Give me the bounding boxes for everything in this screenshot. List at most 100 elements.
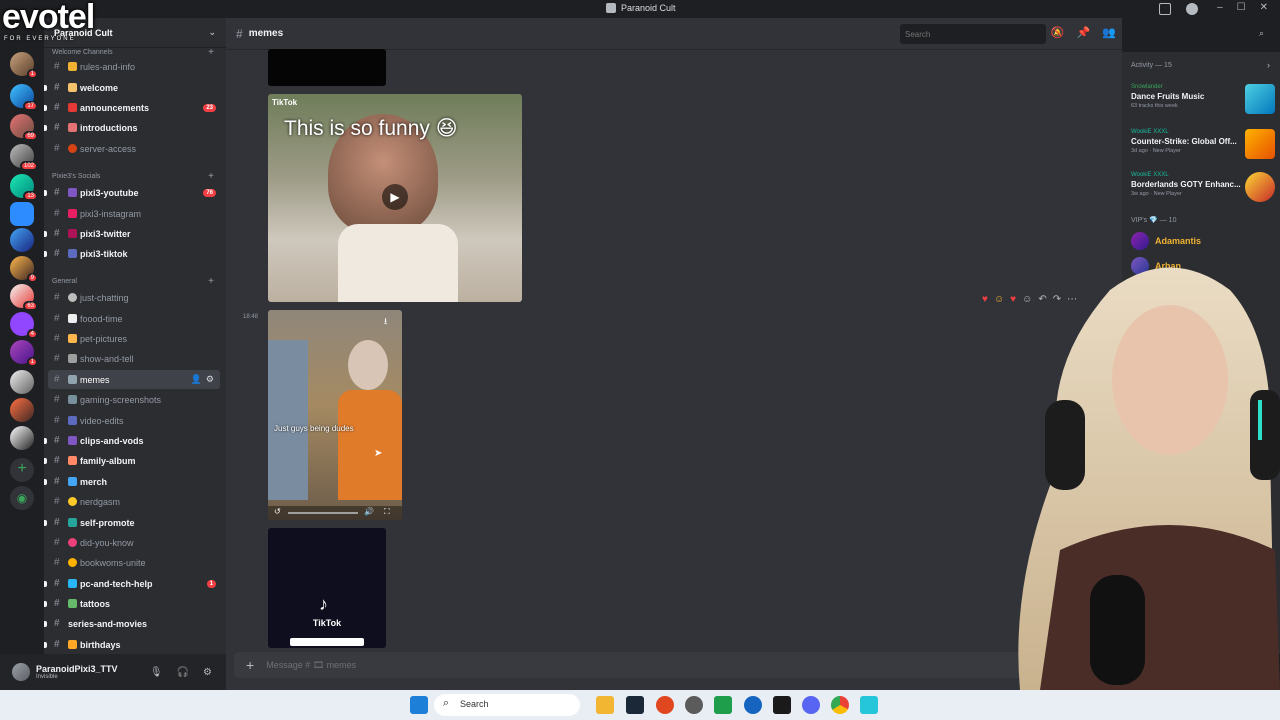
channel-pc-and-tech-help[interactable]: # pc-and-tech-help 1 xyxy=(44,574,220,593)
inbox-icon[interactable] xyxy=(1159,3,1171,15)
channel-pixi3-twitter[interactable]: # pixi3-twitter xyxy=(44,224,220,243)
gear-icon[interactable]: ⚙ xyxy=(203,667,212,678)
invite-icon[interactable]: 👤 xyxy=(191,374,202,385)
maximize-icon[interactable]: ☐ xyxy=(1237,2,1246,13)
category-general[interactable]: General + xyxy=(44,274,226,288)
fullscreen-icon[interactable]: ⛶ xyxy=(384,507,390,517)
channel-family-album[interactable]: # family-album xyxy=(44,451,220,470)
stream-brand-logo: evotel xyxy=(2,0,95,36)
channel-pet-pictures[interactable]: # pet-pictures xyxy=(48,329,220,348)
windows-start-icon[interactable] xyxy=(410,696,428,714)
heart-icon[interactable]: ♥ xyxy=(982,294,988,305)
channel-series-and-movies[interactable]: # series-and-movies xyxy=(44,614,220,633)
twitch-server-icon[interactable]: 4 xyxy=(10,312,38,339)
channel-merch[interactable]: # merch xyxy=(44,472,220,491)
headphones-icon[interactable]: 🎧 xyxy=(177,667,189,678)
channel-tattoos[interactable]: # tattoos xyxy=(44,594,220,613)
channel-self-promote[interactable]: # self-promote xyxy=(44,513,220,532)
server-icon-1[interactable]: 1 xyxy=(10,52,38,79)
app-icon-red[interactable] xyxy=(656,696,674,714)
avatar[interactable] xyxy=(12,663,30,681)
channel-announcements[interactable]: # announcements 23 xyxy=(44,98,220,117)
channel-pixi3-youtube[interactable]: # pixi3-youtube 76 xyxy=(44,183,220,202)
add-server-icon[interactable]: + xyxy=(10,458,34,482)
seek-bar[interactable] xyxy=(288,512,358,514)
activity-item[interactable]: WookiE XXXL Borderlands GOTY Enhanc... 3… xyxy=(1131,172,1275,212)
channel-foood-time[interactable]: # foood-time xyxy=(48,309,220,328)
terminal-icon[interactable] xyxy=(773,696,791,714)
add-channel-icon[interactable]: + xyxy=(208,171,214,182)
channel-label: pixi3-instagram xyxy=(80,208,142,219)
server-icon-5[interactable]: 13 xyxy=(10,174,38,201)
vip-member[interactable]: Adamantis xyxy=(1131,232,1201,250)
app-icon-blue[interactable] xyxy=(744,696,762,714)
taskbar-search[interactable]: ⌕ Search xyxy=(434,694,580,716)
explore-icon[interactable]: ◉ xyxy=(10,486,34,510)
add-channel-icon[interactable]: + xyxy=(208,276,214,287)
microphone-icon[interactable]: 🎙 xyxy=(150,667,163,678)
gear-icon[interactable]: ⚙ xyxy=(206,374,214,385)
video-embed-funny[interactable]: TikTok This is so funny 😆 ▶ xyxy=(268,94,522,302)
server-icon-12[interactable] xyxy=(10,370,34,394)
channel-introductions[interactable]: # introductions xyxy=(44,118,220,137)
obs-icon[interactable] xyxy=(685,696,703,714)
channel-pixi3-instagram[interactable]: # pixi3-instagram xyxy=(48,204,220,223)
discord-icon[interactable] xyxy=(802,696,820,714)
server-icon-4[interactable]: 102 xyxy=(10,144,38,171)
channel-clips-and-vods[interactable]: # clips-and-vods xyxy=(44,431,220,450)
video-embed-tiktok[interactable]: ♪ TikTok xyxy=(268,528,386,648)
replay-icon[interactable]: ↺ xyxy=(274,507,281,516)
channel-just-chatting[interactable]: # just-chatting xyxy=(48,288,220,307)
category-socials[interactable]: Pixie3's Socials + xyxy=(44,169,226,183)
server-icon-11[interactable]: 1 xyxy=(10,340,38,367)
text-channel-icon: # xyxy=(54,394,60,405)
channel-memes[interactable]: # memes 👤 ⚙ xyxy=(48,370,220,389)
channel-pixi3-tiktok[interactable]: # pixi3-tiktok xyxy=(44,244,220,263)
video-embed-dudes[interactable]: Just guys being dudes ⭳ ↺ 🔊 ⛶ xyxy=(268,310,402,520)
activity-item[interactable]: Snowlander Dance Fruits Music 63 tracks … xyxy=(1131,84,1275,124)
server-icon-14[interactable] xyxy=(10,426,34,450)
channel-rules-and-info[interactable]: # rules-and-info xyxy=(48,57,220,76)
tiktok-button[interactable] xyxy=(290,638,364,646)
server-icon-2[interactable]: 17 xyxy=(10,84,38,111)
channel-did-you-know[interactable]: # did-you-know xyxy=(48,533,220,552)
channel-birthdays[interactable]: # birthdays xyxy=(44,635,220,654)
mention-count-badge: 76 xyxy=(203,188,216,197)
xbox-icon[interactable] xyxy=(714,696,732,714)
server-icon-3[interactable]: 69 xyxy=(10,114,38,141)
download-icon[interactable]: ⭳ xyxy=(384,314,387,330)
channel-nerdgasm[interactable]: # nerdgasm xyxy=(48,492,220,511)
chevron-right-icon[interactable]: › xyxy=(1267,60,1270,70)
play-icon[interactable]: ▶ xyxy=(382,184,408,210)
add-channel-icon[interactable]: + xyxy=(208,47,214,58)
help-icon[interactable] xyxy=(1186,3,1198,15)
chrome-icon[interactable] xyxy=(831,696,849,714)
activity-item[interactable]: WookiE XXXL Counter-Strike: Global Off..… xyxy=(1131,129,1275,169)
channel-welcome[interactable]: # welcome xyxy=(44,78,220,97)
member-list-icon[interactable]: 👥 xyxy=(1102,26,1116,39)
pin-icon[interactable]: 📌 xyxy=(1077,26,1091,39)
channel-label: pixi3-twitter xyxy=(80,228,131,239)
channel-show-and-tell[interactable]: # show-and-tell xyxy=(48,349,220,368)
steam-icon[interactable] xyxy=(626,696,644,714)
message-composer[interactable]: + Message # 🎞 memes 🎁 xyxy=(234,652,1040,678)
server-icon-13[interactable] xyxy=(10,398,34,422)
server-icon-9[interactable]: 63 xyxy=(10,284,38,311)
server-icon-8[interactable]: 9 xyxy=(10,256,38,283)
notepad-icon[interactable] xyxy=(860,696,878,714)
zoom-server-icon[interactable] xyxy=(10,202,34,226)
video-embed-partial[interactable] xyxy=(268,49,386,86)
file-explorer-icon[interactable] xyxy=(596,696,614,714)
search-input[interactable] xyxy=(900,24,1046,44)
mute-bell-icon[interactable]: 🔕 xyxy=(1051,26,1065,39)
volume-icon[interactable]: 🔊 xyxy=(364,507,374,516)
server-icon-7[interactable] xyxy=(10,228,34,252)
minimize-icon[interactable]: – xyxy=(1217,2,1223,13)
channel-bookwoms-unite[interactable]: # bookwoms-unite xyxy=(48,553,220,572)
channel-server-access[interactable]: # server-access xyxy=(48,139,220,158)
channel-gaming-screenshots[interactable]: # gaming-screenshots xyxy=(48,390,220,409)
webcam-headset-light xyxy=(1258,400,1262,440)
channel-video-edits[interactable]: # video-edits xyxy=(48,411,220,430)
close-icon[interactable]: ✕ xyxy=(1260,2,1268,13)
attach-plus-icon[interactable]: + xyxy=(246,657,254,673)
